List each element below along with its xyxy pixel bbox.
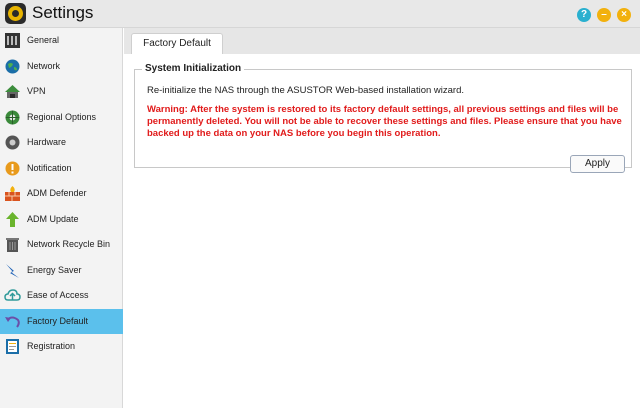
sidebar-item-network[interactable]: Network [0,54,123,79]
apply-button[interactable]: Apply [570,155,625,173]
sidebar-item-registration[interactable]: Registration [0,334,123,359]
main-content: Factory Default System Initialization Re… [124,28,640,408]
network-globe-icon [5,59,20,73]
tab-factory-default[interactable]: Factory Default [131,33,223,54]
sidebar-item-label: General [27,35,60,45]
sidebar-item-adm-defender[interactable]: ADM Defender [0,181,123,206]
sidebar-item-regional-options[interactable]: Regional Options [0,105,123,130]
sidebar-item-label: Factory Default [27,315,89,326]
section-title: System Initialization [142,63,245,74]
registration-icon [6,339,19,354]
factory-default-icon [5,316,20,328]
update-arrow-icon [6,211,19,227]
sidebar-item-notification[interactable]: Notification [0,156,123,181]
sidebar-item-label: Regional Options [27,111,97,122]
sidebar-item-label: Network [27,60,61,71]
help-button[interactable]: ? [577,8,591,22]
window-title: Settings [32,3,94,22]
notification-icon [5,161,20,175]
sidebar-item-general[interactable]: General [0,28,123,53]
section-description: Re-initialize the NAS through the ASUSTO… [147,85,464,96]
cloud-upload-icon [4,289,21,301]
sidebar-item-label: Hardware [27,137,67,147]
sidebar-item-energy-saver[interactable]: Energy Saver [0,258,123,283]
tab-bar: Factory Default [124,28,640,54]
vpn-icon [5,85,20,98]
sidebar-item-label: Ease of Access [27,290,89,300]
sidebar-item-ease-of-access[interactable]: Ease of Access [0,283,123,308]
sidebar-item-vpn[interactable]: VPN [0,79,123,104]
settings-app-icon [5,3,26,24]
settings-window: Settings ? – × General Network VPN Regio… [0,0,640,408]
close-button[interactable]: × [617,8,631,22]
sidebar-item-label: Registration [27,341,76,351]
minimize-button[interactable]: – [597,8,611,22]
sidebar-item-adm-update[interactable]: ADM Update [0,207,123,232]
sidebar-item-label: VPN [27,86,46,96]
regional-options-icon [5,110,20,124]
sidebar-item-label: ADM Update [27,213,79,224]
general-icon [5,33,20,48]
system-initialization-section: System Initialization Re-initialize the … [134,63,632,168]
warning-text: Warning: After the system is restored to… [147,104,622,139]
sidebar-item-network-recycle-bin[interactable]: Network Recycle Bin [0,232,123,257]
sidebar-item-label: Network Recycle Bin [27,239,111,249]
energy-saver-icon [6,263,19,278]
sidebar-item-factory-default[interactable]: Factory Default [0,308,123,334]
sidebar-item-label: Energy Saver [27,264,82,275]
sidebar: General Network VPN Regional Options Har… [0,28,123,408]
recycle-bin-icon [6,238,19,252]
hardware-icon [5,135,20,150]
sidebar-item-label: Notification [27,162,72,173]
sidebar-item-hardware[interactable]: Hardware [0,130,123,155]
title-bar: Settings ? – × [0,0,640,28]
firewall-icon [5,186,20,201]
sidebar-item-label: ADM Defender [27,188,87,198]
